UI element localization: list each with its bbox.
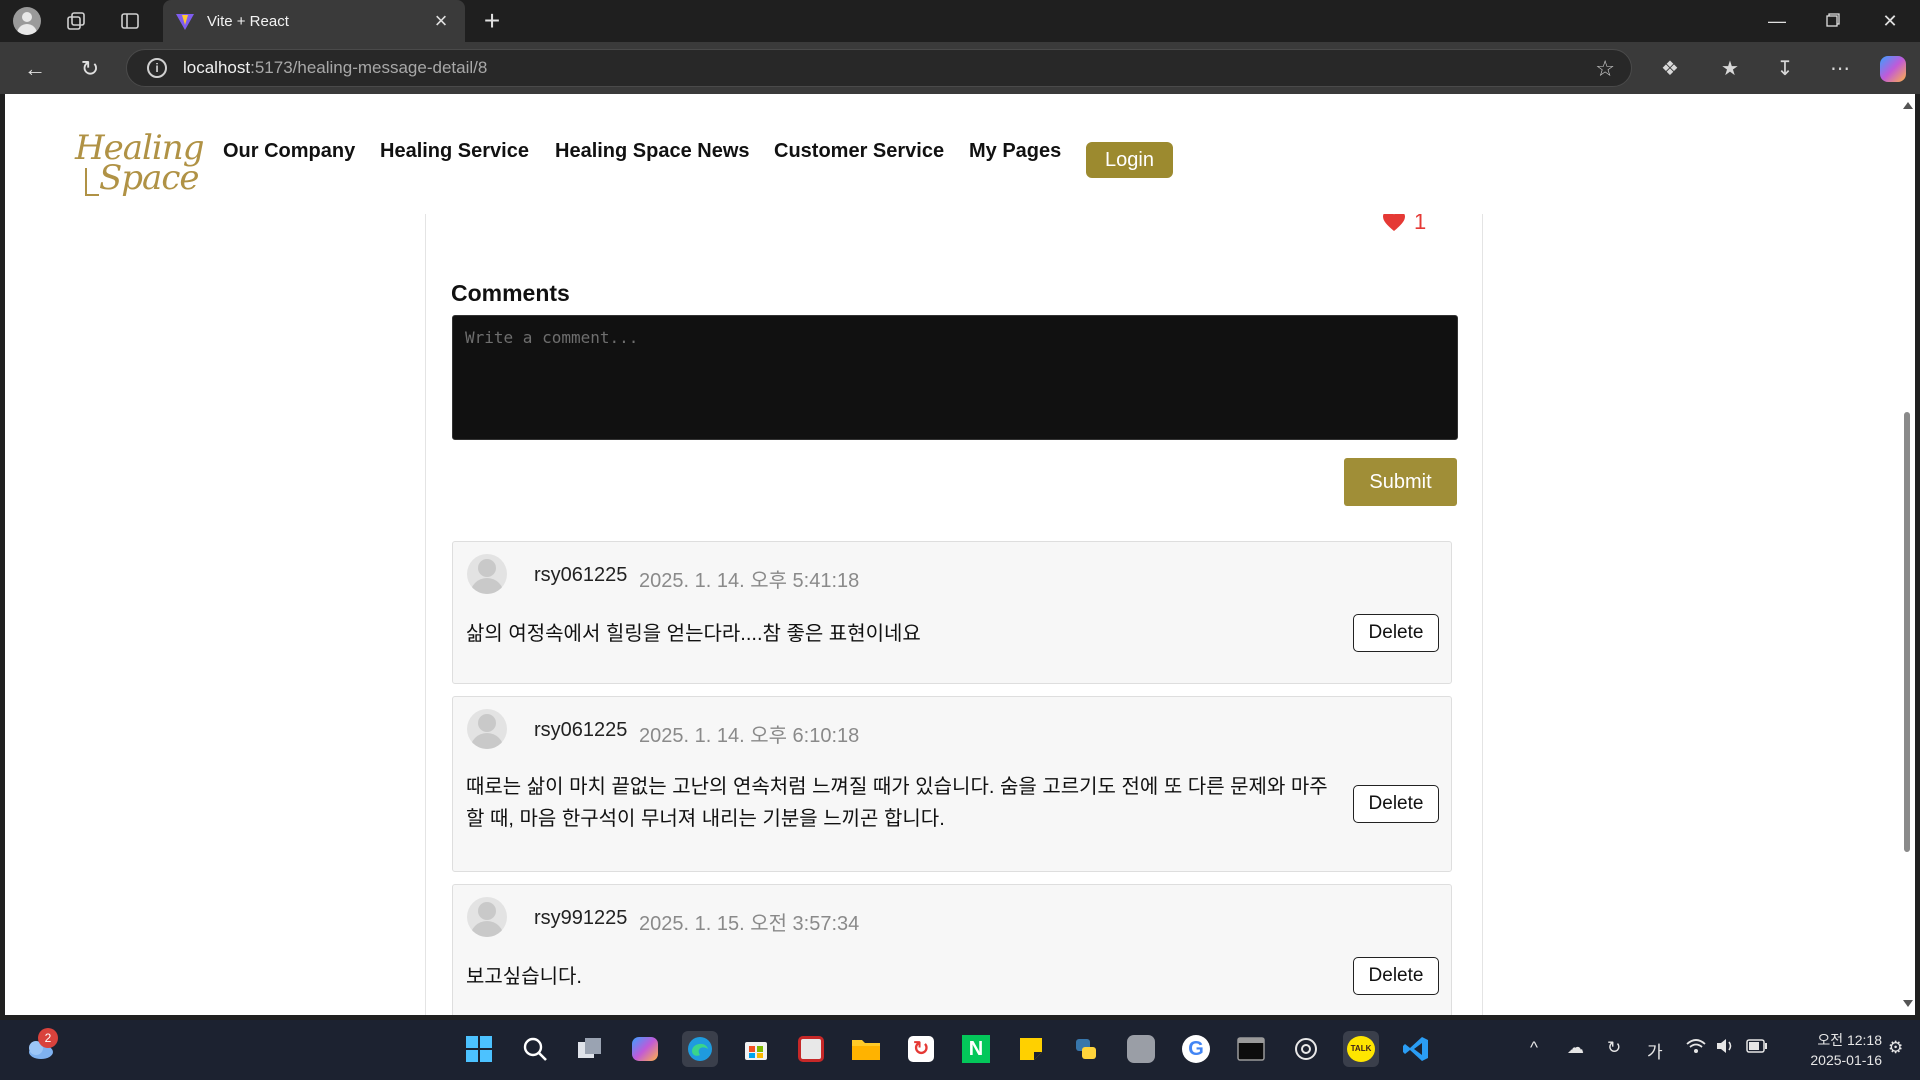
- user-avatar-icon: [467, 709, 507, 749]
- minimize-icon[interactable]: —: [1757, 8, 1797, 34]
- sync-app-icon[interactable]: ↻: [903, 1031, 939, 1067]
- chatgpt-icon[interactable]: [1288, 1031, 1324, 1067]
- restore-icon[interactable]: [1813, 8, 1853, 34]
- browser-toolbar: ← ↻ i localhost :5173/healing-message-de…: [0, 42, 1920, 94]
- kakaotalk-icon[interactable]: TALK: [1343, 1031, 1379, 1067]
- nav-my-pages[interactable]: My Pages: [969, 140, 1061, 163]
- login-button[interactable]: Login: [1086, 142, 1173, 178]
- more-menu-icon[interactable]: ⋯: [1825, 54, 1855, 84]
- favorite-star-icon[interactable]: ☆: [1595, 56, 1615, 82]
- naver-icon[interactable]: N: [958, 1031, 994, 1067]
- search-icon[interactable]: [517, 1031, 553, 1067]
- edge-browser-icon[interactable]: [682, 1031, 718, 1067]
- tray-overflow-icon[interactable]: ^: [1530, 1038, 1538, 1058]
- browser-tab[interactable]: Vite + React ×: [163, 0, 465, 42]
- vscode-icon[interactable]: [1398, 1031, 1434, 1067]
- comment-text: 삶의 여정속에서 힐링을 얻는다라....참 좋은 표현이네요: [466, 623, 921, 645]
- url-path: :5173/healing-message-detail/8: [250, 58, 488, 77]
- comment-date: 2025. 1. 14. 오후 5:41:18: [639, 570, 860, 592]
- nav-healing-service[interactable]: Healing Service: [380, 140, 529, 163]
- sticky-notes-icon[interactable]: [1013, 1031, 1049, 1067]
- page-viewport: 1 Comments Submit rsy061225 2025. 1. 14.…: [5, 94, 1899, 1015]
- python-icon[interactable]: [1068, 1031, 1104, 1067]
- back-icon[interactable]: ←: [20, 54, 50, 84]
- profile-icon[interactable]: [13, 7, 41, 35]
- sync-status-icon[interactable]: ↻: [1607, 1038, 1621, 1058]
- site-header: Healing Space Our Company Healing Servic…: [5, 94, 1899, 214]
- vite-logo-icon: [176, 14, 194, 30]
- clock-time: 오전 12:18: [1817, 1032, 1882, 1048]
- address-bar[interactable]: i localhost :5173/healing-message-detail…: [126, 49, 1632, 87]
- notifications-icon[interactable]: ⚙: [1888, 1038, 1903, 1058]
- comment-input[interactable]: [465, 328, 1445, 427]
- browser-title-bar: Vite + React × + — ✕: [0, 0, 1920, 42]
- onedrive-icon[interactable]: ☁: [1567, 1038, 1584, 1058]
- scroll-thumb[interactable]: [1904, 412, 1910, 852]
- user-avatar-icon: [467, 897, 507, 937]
- logo-line2: Space: [99, 158, 199, 198]
- page-scrollbar[interactable]: [1899, 94, 1915, 1015]
- copilot-icon[interactable]: [1880, 56, 1906, 82]
- battery-icon[interactable]: [1746, 1038, 1768, 1058]
- comment-date: 2025. 1. 15. 오전 3:57:34: [639, 913, 860, 935]
- comment-input-box: [452, 315, 1458, 440]
- weather-badge: 2: [38, 1028, 58, 1048]
- new-tab-button[interactable]: +: [478, 7, 506, 35]
- scroll-down-arrow-icon[interactable]: [1903, 1000, 1913, 1007]
- close-window-icon[interactable]: ✕: [1870, 8, 1910, 34]
- favorites-icon[interactable]: ★: [1715, 54, 1745, 84]
- comments-heading: Comments: [451, 280, 570, 306]
- comment-username: rsy991225: [534, 907, 628, 929]
- comment-item: rsy991225 2025. 1. 15. 오전 3:57:34 보고싶습니다…: [452, 884, 1452, 1015]
- clock-date: 2025-01-16: [1810, 1052, 1882, 1068]
- task-view-icon[interactable]: [572, 1031, 608, 1067]
- ime-indicator[interactable]: 가: [1647, 1038, 1663, 1063]
- comment-text: 보고싶습니다.: [466, 966, 582, 988]
- delete-comment-button[interactable]: Delete: [1353, 614, 1439, 652]
- comment-date: 2025. 1. 14. 오후 6:10:18: [639, 725, 860, 747]
- downloads-icon[interactable]: ↧: [1770, 54, 1800, 84]
- start-icon[interactable]: [461, 1031, 497, 1067]
- comment-item: rsy061225 2025. 1. 14. 오후 5:41:18 삶의 여정속…: [452, 541, 1452, 684]
- user-avatar-icon: [467, 554, 507, 594]
- comment-item: rsy061225 2025. 1. 14. 오후 6:10:18 때로는 삶이…: [452, 696, 1452, 872]
- healing-space-logo[interactable]: Healing Space: [69, 128, 209, 198]
- extensions-icon[interactable]: ❖: [1655, 54, 1685, 84]
- tab-close-icon[interactable]: ×: [429, 10, 453, 32]
- windows-taskbar: 2 ↻ N G TALK ^ ☁ ↻ 가 오전 12:18 2025-01-16…: [0, 1020, 1920, 1080]
- comment-username: rsy061225: [534, 719, 628, 741]
- reload-icon[interactable]: ↻: [75, 54, 105, 84]
- delete-comment-button[interactable]: Delete: [1353, 957, 1439, 995]
- comment-text: 때로는 삶이 마치 끝없는 고난의 연속처럼 느껴질 때가 있습니다. 숨을 고…: [466, 776, 1328, 830]
- nav-our-company[interactable]: Our Company: [223, 140, 355, 163]
- scroll-up-arrow-icon[interactable]: [1903, 102, 1913, 109]
- vertical-tabs-icon[interactable]: [116, 8, 144, 34]
- workspaces-icon[interactable]: [62, 8, 90, 34]
- app-icon-gray[interactable]: [1123, 1031, 1159, 1067]
- site-info-icon[interactable]: i: [147, 58, 167, 78]
- comment-username: rsy061225: [534, 564, 628, 586]
- microsoft-store-icon[interactable]: [738, 1031, 774, 1067]
- file-explorer-icon[interactable]: [848, 1031, 884, 1067]
- url-host: localhost: [183, 58, 251, 77]
- nav-healing-space-news[interactable]: Healing Space News: [555, 140, 750, 163]
- app-icon-red-tool[interactable]: [793, 1031, 829, 1067]
- tab-title: Vite + React: [207, 12, 289, 30]
- post-detail-card: 1 Comments Submit rsy061225 2025. 1. 14.…: [425, 184, 1483, 1015]
- system-clock[interactable]: 오전 12:18 2025-01-16: [1782, 1030, 1882, 1070]
- delete-comment-button[interactable]: Delete: [1353, 785, 1439, 823]
- google-icon[interactable]: G: [1178, 1031, 1214, 1067]
- submit-comment-button[interactable]: Submit: [1344, 458, 1457, 506]
- nav-customer-service[interactable]: Customer Service: [774, 140, 944, 163]
- wifi-icon[interactable]: [1686, 1038, 1706, 1059]
- volume-icon[interactable]: [1716, 1038, 1736, 1059]
- terminal-icon[interactable]: [1233, 1031, 1269, 1067]
- copilot-app-icon[interactable]: [627, 1031, 663, 1067]
